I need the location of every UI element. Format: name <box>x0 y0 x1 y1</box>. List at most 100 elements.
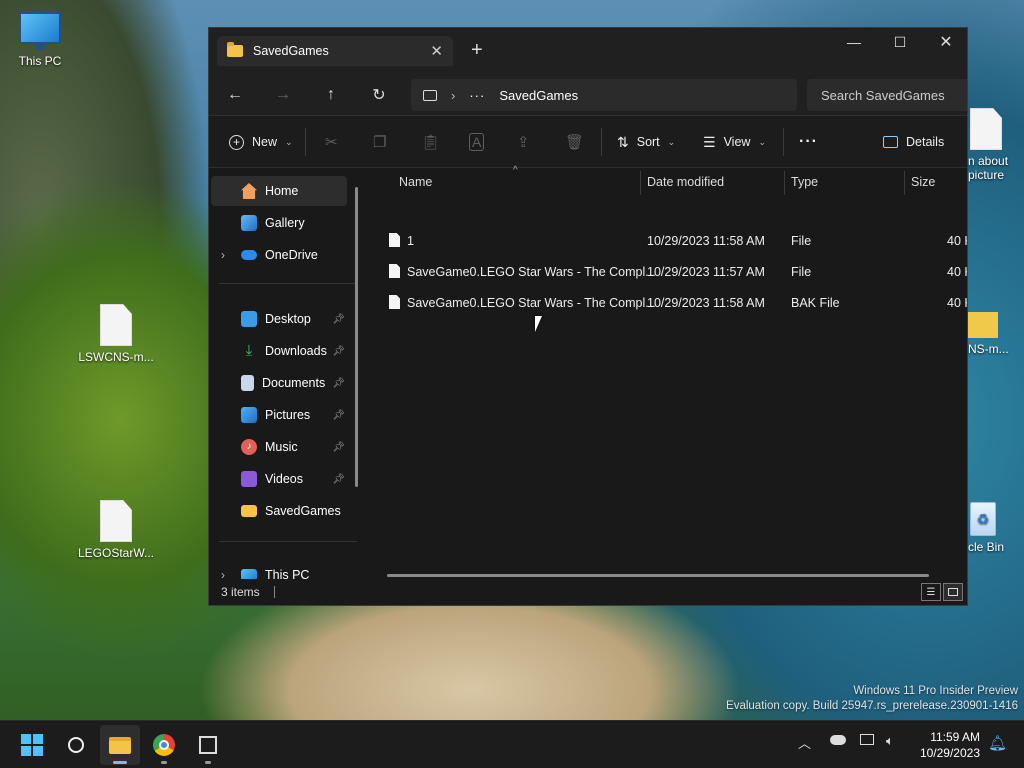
share-button[interactable]: ⇪ <box>517 127 530 157</box>
active-indicator <box>113 761 127 764</box>
pin-icon[interactable]: 📌︎ <box>332 314 345 325</box>
sidebar-item-music[interactable]: ♪ Music 📌︎ <box>211 432 347 462</box>
desktop-icon-this-pc[interactable]: This PC <box>0 12 80 68</box>
column-header-name[interactable]: Name <box>399 169 432 195</box>
details-pane-button[interactable]: Details <box>883 127 944 157</box>
file-explorer-taskbar-button[interactable] <box>100 725 140 765</box>
copy-button[interactable]: ❐ <box>373 127 386 157</box>
pin-icon[interactable]: 📌︎ <box>332 410 345 421</box>
notifications-button[interactable]: 🔔︎ <box>988 734 1007 752</box>
list-view-icon: ☰ <box>703 133 716 150</box>
sidebar-item-savedgames[interactable]: SavedGames <box>211 496 347 526</box>
sidebar-item-onedrive[interactable]: › OneDrive <box>211 240 347 270</box>
file-date: 10/29/2023 11:58 AM <box>647 296 765 310</box>
column-header-type[interactable]: Type <box>791 169 818 195</box>
breadcrumb-savedgames[interactable]: SavedGames <box>499 88 578 103</box>
pin-icon[interactable]: 📌︎ <box>332 442 345 453</box>
forward-button[interactable]: → <box>267 80 299 110</box>
sidebar-item-desktop[interactable]: Desktop 📌︎ <box>211 304 347 334</box>
desktop-icon-label: LEGOStarW... <box>77 546 155 560</box>
sidebar-divider <box>219 283 357 284</box>
network-tray-button[interactable] <box>860 733 874 748</box>
sidebar-item-downloads[interactable]: ⤓ Downloads 📌︎ <box>211 336 347 366</box>
file-name: SaveGame0.LEGO Star Wars - The Compl... <box>407 265 656 279</box>
refresh-button[interactable]: ↻ <box>363 80 395 110</box>
onedrive-tray-button[interactable] <box>830 733 846 748</box>
search-button[interactable] <box>56 725 96 765</box>
cut-button[interactable]: ✂ <box>325 127 338 157</box>
desktop-icon-legostarwars-file[interactable]: LEGOStarW... <box>76 500 156 560</box>
file-size: 40 K <box>947 234 967 248</box>
table-row[interactable]: 1 10/29/2023 11:58 AM File 40 K <box>383 227 967 255</box>
refresh-icon: ↻ <box>372 87 386 104</box>
minimize-button[interactable]: — <box>831 28 877 56</box>
file-icon <box>389 264 400 278</box>
pin-icon[interactable]: 📌︎ <box>332 474 345 485</box>
sidebar-item-gallery[interactable]: Gallery <box>211 208 347 238</box>
breadcrumb-more[interactable]: ··· <box>469 88 485 103</box>
chevron-right-icon[interactable]: › <box>451 88 455 103</box>
search-icon <box>68 737 84 753</box>
desktop-icon-label: n about picture <box>968 154 1009 182</box>
navigation-pane: Home Gallery › OneDrive Desktop 📌︎ ⤓ Dow… <box>209 169 365 582</box>
sidebar-item-videos[interactable]: Videos 📌︎ <box>211 464 347 494</box>
title-bar: SavedGames ✕ + — ☐ ✕ <box>209 28 967 74</box>
app-taskbar-button[interactable] <box>188 725 228 765</box>
rename-button[interactable]: A <box>469 127 485 157</box>
close-window-button[interactable]: ✕ <box>923 28 967 56</box>
monitor-icon <box>19 12 61 50</box>
file-icon <box>100 304 132 346</box>
chrome-taskbar-button[interactable] <box>144 725 184 765</box>
paste-button[interactable]: 📋︎ <box>421 127 440 157</box>
sidebar-item-label: Desktop <box>265 312 311 326</box>
view-button[interactable]: ☰ View ⌄ <box>703 127 766 157</box>
file-date: 10/29/2023 11:58 AM <box>647 234 765 248</box>
details-view-toggle[interactable]: ☰ <box>921 583 941 601</box>
delete-button[interactable]: 🗑︎ <box>565 127 584 157</box>
volume-tray-button[interactable]: 🔈︎ <box>886 733 894 749</box>
column-divider[interactable] <box>904 171 905 195</box>
status-divider <box>273 586 275 598</box>
table-row[interactable]: SaveGame0.LEGO Star Wars - The Compl... … <box>383 289 967 317</box>
sidebar-item-documents[interactable]: Documents 📌︎ <box>211 368 347 398</box>
address-bar[interactable]: › ··· SavedGames <box>411 79 797 111</box>
up-button[interactable]: ↑ <box>315 80 347 110</box>
column-divider[interactable] <box>640 171 641 195</box>
horizontal-scrollbar[interactable] <box>387 574 929 577</box>
sidebar-item-pictures[interactable]: Pictures 📌︎ <box>211 400 347 430</box>
file-list: ^ Name Date modified Type Size 1 10/29/2… <box>367 165 967 581</box>
start-button[interactable] <box>12 725 52 765</box>
desktop-icon-label: This PC <box>18 54 62 68</box>
maximize-button[interactable]: ☐ <box>877 28 923 56</box>
sidebar-item-label: Downloads <box>265 344 327 358</box>
table-row[interactable]: SaveGame0.LEGO Star Wars - The Compl... … <box>383 258 967 286</box>
watermark-line: Evaluation copy. Build 25947.rs_prerelea… <box>726 700 1018 712</box>
tiles-view-toggle[interactable] <box>943 583 963 601</box>
new-button[interactable]: + New ⌄ <box>229 127 293 157</box>
new-tab-button[interactable]: + <box>471 39 483 62</box>
running-indicator <box>205 761 211 764</box>
pin-icon[interactable]: 📌︎ <box>332 378 345 389</box>
more-options-button[interactable]: ··· <box>799 127 818 157</box>
clock[interactable]: 11:59 AM 10/29/2023 <box>920 729 980 761</box>
column-header-date[interactable]: Date modified <box>647 169 724 195</box>
column-header-size[interactable]: Size <box>911 169 935 195</box>
sidebar-item-home[interactable]: Home <box>211 176 347 206</box>
show-hidden-icons-button[interactable]: ︿ <box>798 733 811 752</box>
back-button[interactable]: ← <box>219 80 251 110</box>
column-divider[interactable] <box>784 171 785 195</box>
mouse-cursor-icon <box>535 316 542 332</box>
desktop-icon-label: LSWCNS-m... <box>78 350 154 364</box>
sidebar-scrollbar[interactable] <box>355 187 358 487</box>
folder-icon <box>227 42 243 57</box>
chevron-right-icon[interactable]: › <box>221 248 225 262</box>
file-date: 10/29/2023 11:57 AM <box>647 265 765 279</box>
sort-button[interactable]: ⇅ Sort ⌄ <box>617 127 675 157</box>
plus-circle-icon: + <box>229 134 244 150</box>
desktop-icon-lswcns-file[interactable]: LSWCNS-m... <box>76 304 156 364</box>
search-input[interactable]: Search SavedGames <box>807 79 967 111</box>
close-tab-button[interactable]: ✕ <box>430 42 443 60</box>
tab-savedgames[interactable]: SavedGames ✕ <box>217 36 453 66</box>
pin-icon[interactable]: 📌︎ <box>332 346 345 357</box>
sidebar-divider <box>219 541 357 542</box>
